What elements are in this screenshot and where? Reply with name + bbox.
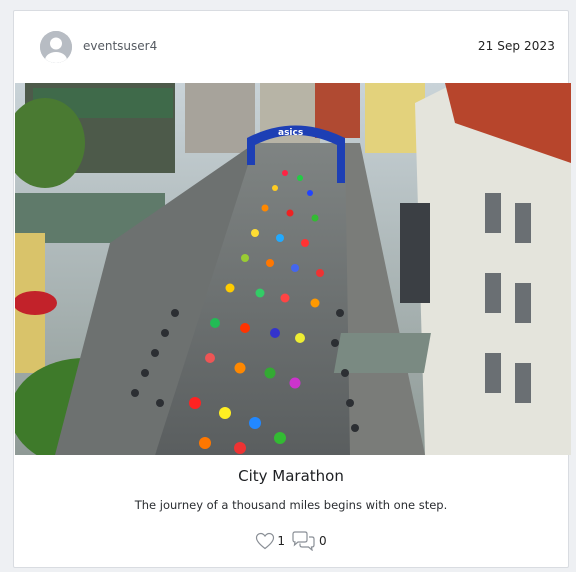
post-header: eventsuser4 21 Sep 2023 [14, 11, 568, 83]
post-stats: 1 0 [14, 531, 568, 551]
post-card: eventsuser4 21 Sep 2023 asics City Marat… [13, 10, 571, 568]
comment-count: 0 [319, 534, 327, 548]
post-date: 21 Sep 2023 [477, 39, 555, 53]
heart-icon [256, 532, 275, 550]
like-button[interactable]: 1 [255, 532, 285, 550]
user-avatar-icon [40, 31, 72, 63]
post-image[interactable]: asics [15, 83, 571, 455]
username[interactable]: eventsuser4 [83, 39, 157, 53]
marathon-photo: asics [15, 83, 571, 455]
comment-button[interactable]: 0 [291, 531, 327, 551]
like-count: 1 [277, 534, 285, 548]
image-banner-text: asics [278, 128, 303, 138]
post-title: City Marathon [238, 467, 344, 485]
user-avatar[interactable] [40, 31, 72, 63]
comment-bubbles-icon [292, 531, 315, 551]
post-description: The journey of a thousand miles begins w… [134, 498, 448, 512]
